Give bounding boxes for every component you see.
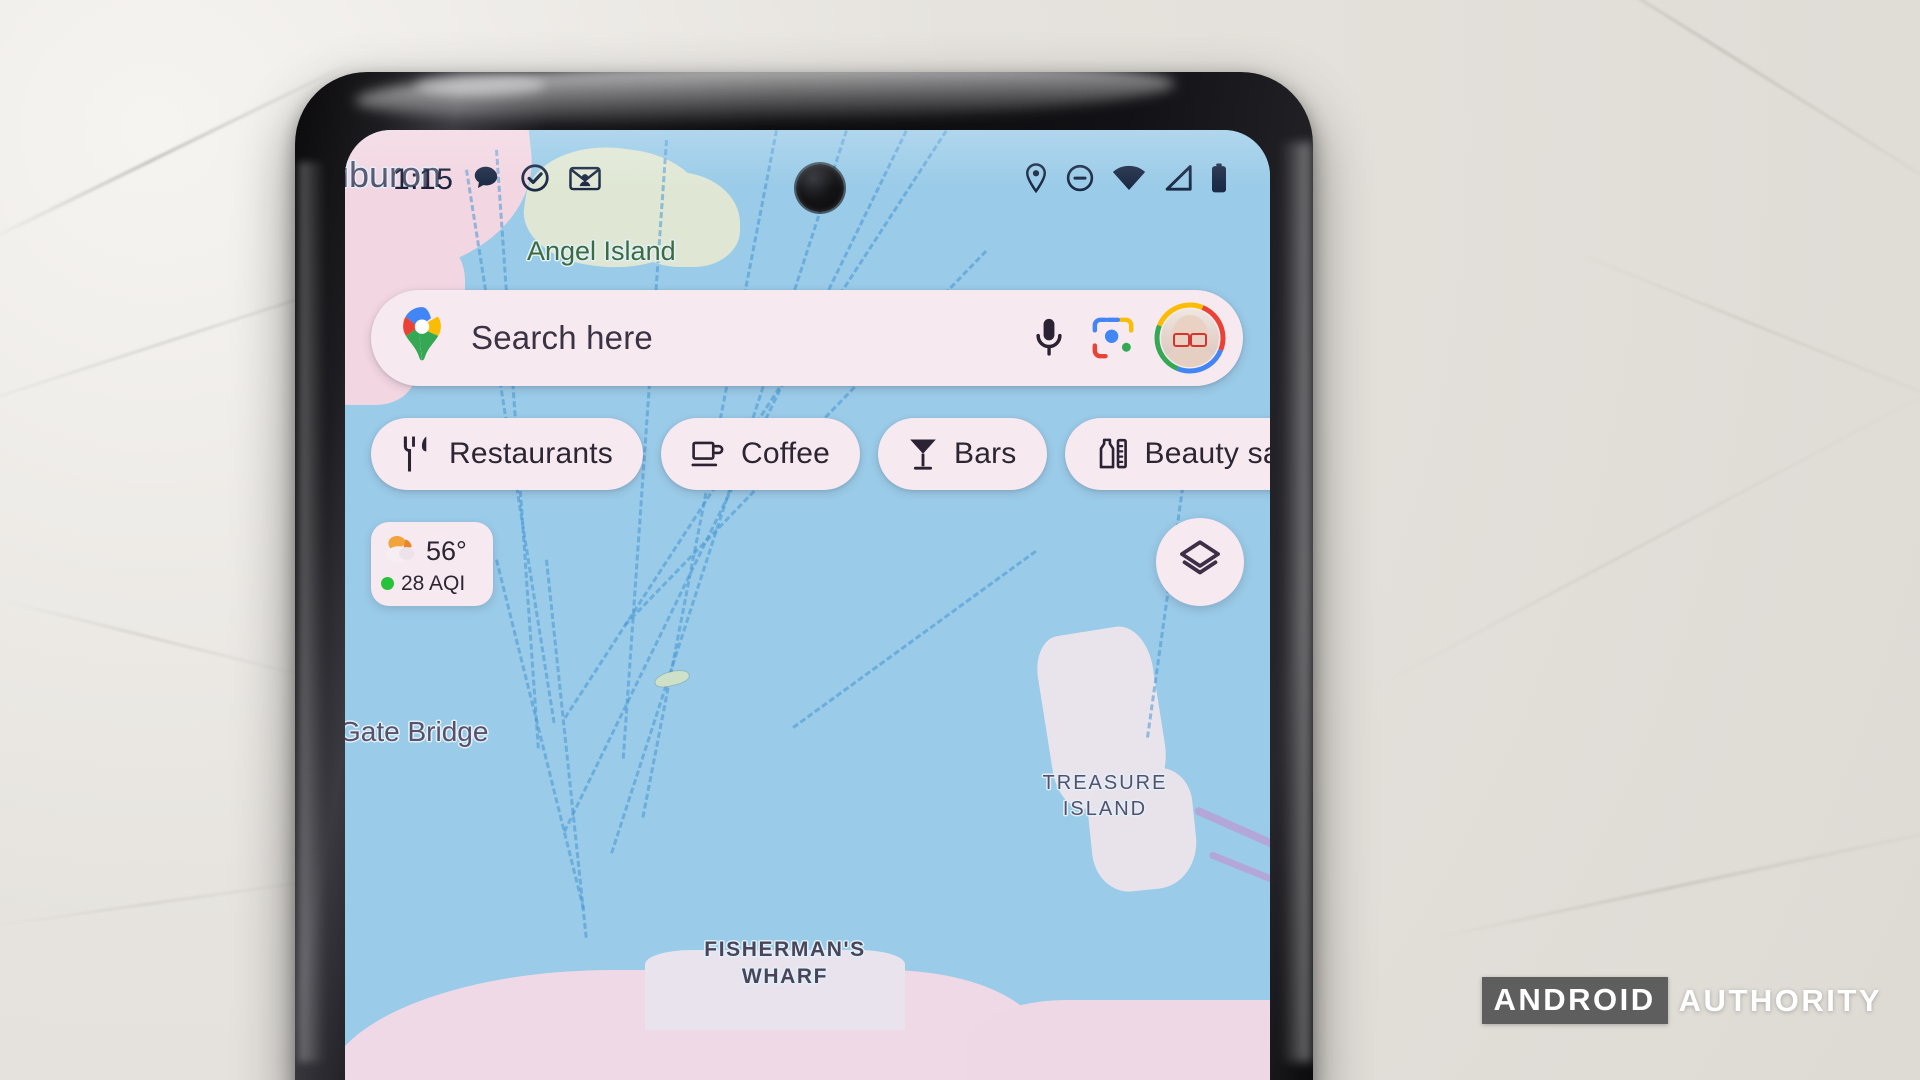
weather-widget[interactable]: 56° 28 AQI [371, 522, 493, 606]
aqi-status-dot [381, 577, 394, 590]
avatar-photo [1161, 309, 1219, 367]
chip-bars[interactable]: Bars [878, 418, 1047, 490]
chip-label: Bars [954, 437, 1017, 470]
weather-aqi-value: 28 AQI [401, 571, 466, 595]
watermark: ANDROID AUTHORITY [1481, 977, 1883, 1024]
bezel-highlight [299, 162, 325, 1062]
wifi-icon [1112, 165, 1146, 196]
cellular-signal-icon [1163, 164, 1193, 196]
road-bay-bridge [1193, 805, 1270, 863]
chip-label: Coffee [740, 437, 830, 470]
marble-vein [4, 600, 326, 682]
weather-aqi-row: 28 AQI [381, 572, 483, 596]
microphone-icon[interactable] [1017, 306, 1081, 370]
watermark-primary: ANDROID [1481, 977, 1668, 1024]
marble-vein [1574, 251, 1920, 411]
status-bar-left: 1:15 [393, 162, 602, 199]
landmass-treasure-island [1084, 764, 1201, 896]
marble-vein [1518, 0, 1920, 201]
boat-marker [653, 668, 691, 689]
sun-behind-cloud-icon [381, 533, 419, 570]
chip-label: Restaurants [449, 437, 613, 470]
map-layers-icon [1177, 537, 1223, 588]
avatar-glasses [1173, 333, 1207, 347]
nail-polish-icon [1095, 436, 1129, 472]
chip-label: Beauty salon [1144, 437, 1271, 470]
weather-temperature: 56° [426, 535, 467, 566]
google-maps-pin-icon [395, 305, 449, 372]
map-layers-button[interactable] [1156, 518, 1244, 606]
phone-device: iburon Angel Island Gate Bridge TREASURE… [295, 72, 1313, 1080]
location-pin-icon [1024, 162, 1048, 198]
map-canvas[interactable]: iburon Angel Island Gate Bridge TREASURE… [345, 130, 1270, 1080]
status-bar-clock: 1:15 [393, 163, 454, 196]
ferry-route-line [495, 559, 586, 910]
front-camera-punch-hole [796, 164, 844, 212]
google-lens-icon[interactable] [1081, 306, 1145, 370]
chip-beauty-salon[interactable]: Beauty salon [1064, 418, 1271, 490]
avatar-shoulders [1166, 347, 1214, 367]
chip-restaurants[interactable]: Restaurants [371, 418, 643, 490]
landmass-san-francisco [965, 1000, 1270, 1080]
search-input[interactable]: Search here [471, 319, 1017, 357]
status-bar-right [1024, 162, 1228, 198]
weather-temperature-row: 56° [381, 533, 483, 570]
fork-knife-icon [401, 435, 433, 473]
phone-screen: iburon Angel Island Gate Bridge TREASURE… [345, 130, 1270, 1080]
martini-glass-icon [908, 436, 938, 472]
category-chip-row[interactable]: Restaurants Coffee Bars Beauty s [371, 418, 1270, 490]
do-not-disturb-icon [1065, 163, 1095, 198]
mail-person-icon [569, 163, 602, 198]
marble-vein [1366, 389, 1920, 693]
chip-coffee[interactable]: Coffee [660, 418, 860, 490]
ferry-route-line [545, 559, 588, 938]
avatar[interactable] [1153, 301, 1227, 375]
bezel-highlight [1281, 142, 1311, 1062]
marble-vein [1425, 821, 1920, 942]
map-label-gate-bridge: Gate Bridge [345, 716, 489, 747]
chat-bubble-icon [471, 163, 501, 198]
bezel-highlight [415, 74, 545, 96]
coffee-cup-icon [691, 437, 725, 471]
ferry-route-line [792, 550, 1037, 729]
search-bar[interactable]: Search here [371, 290, 1243, 386]
battery-icon [1210, 163, 1228, 198]
check-circle-icon [519, 162, 551, 199]
watermark-secondary: AUTHORITY [1678, 982, 1882, 1018]
landmass-pier [645, 950, 905, 1030]
road-bay-bridge [1208, 850, 1270, 907]
